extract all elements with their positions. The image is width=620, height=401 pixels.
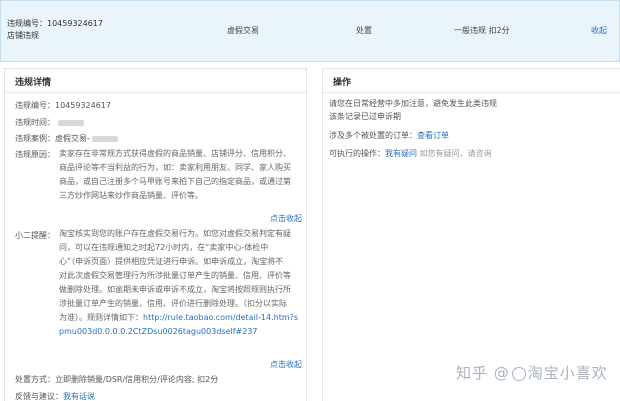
detail-feedback-row: 反馈与建议：我有话说 [15,391,95,401]
warning-line: 请您在日常经营中多加注意，避免发生此类违规 [329,99,497,108]
watermark-text-1: 知乎 @ [456,364,510,382]
ops-exec-row: 可执行的操作：我有疑问 如您有疑问，请咨询 [329,147,492,160]
detail-divider [5,92,306,93]
tip-line-end: 为准）。规则详情如下： [59,313,143,322]
summary-level: 一般违规 扣2分 [454,26,510,35]
detail-time-row: 违规时间： [15,117,84,128]
summary-collapse-link[interactable]: 收起 [591,25,607,36]
tip-collapse-link[interactable]: 点击收起 [270,359,302,370]
redacted-case [92,135,119,142]
operation-panel: 操作 请您在日常经营中多加注意，避免发生此类违规 该条记录已过申诉期 涉及多个被… [322,68,620,401]
reason-line: 三方炒作网站来炒作商品销量、评价等。 [59,191,203,200]
ops-orders-row: 涉及多个被处置的订单：查看订单 [329,129,449,142]
summary-status: 处置 [356,26,372,35]
summary-type: 虚假交易 [227,26,259,35]
redacted-time [57,119,84,126]
detail-case-label: 违规案例： [15,134,55,143]
detail-case-value: 虚假交易- [55,134,90,143]
rule-link-continued[interactable]: pmu003d0.0.0.0.2CtZDsu0026tagu003dself#2… [59,325,298,339]
tip-line: 对此次虚假交易管理行为所涉批量订单产生的销量、信用、评价等 [59,271,291,280]
exec-hint: 如您有疑问，请咨询 [419,149,492,158]
summary-id-block: 违规编号：10459324617 店铺违规 [7,18,103,42]
exec-label: 可执行的操作： [329,149,385,158]
detail-title: 违规详情 [15,78,52,88]
violation-summary-bar: 违规编号：10459324617 店铺违规 虚假交易 处置 一般违规 扣2分 收… [0,0,620,62]
ops-warning: 请您在日常经营中多加注意，避免发生此类违规 该条记录已过申诉期 [329,97,497,123]
reason-collapse-link[interactable]: 点击收起 [270,213,302,224]
tip-line: 做删除处理。如逾期未申诉或申诉不成立，淘宝将按照规则执行所 [59,285,291,294]
tip-line: 淘宝核实到您的账户存在虚假交易行为。如您对虚假交易判定有疑 [59,229,291,238]
detail-tip-text: 淘宝核实到您的账户存在虚假交易行为。如您对虚假交易判定有疑 问，可以在违规通知之… [59,227,298,339]
feedback-label: 反馈与建议： [15,392,63,401]
question-link[interactable]: 我有疑问 [385,149,417,158]
detail-reason-label: 违规原因： [15,150,55,159]
tip-line: 为准）。规则详情如下：http://rule.taobao.com/detail… [59,311,298,325]
tip-line: 涉批量订单产生的销量、信用、评价进行删除处理。（扣分以实际 [59,299,287,308]
tip-line: 问，可以在违规通知之时起72小时内，在“卖家中心-体检中 [59,243,269,252]
reason-line: 商品，或自己注册多个马甲账号来拍下自己的指定商品，或通过第 [59,177,291,186]
zhihu-watermark: 知乎 @ 淘宝小喜欢 [456,362,608,383]
detail-case-row: 违规案例：虚假交易- [15,133,119,144]
view-orders-link[interactable]: 查看订单 [417,131,449,140]
detail-handle-row: 处置方式：立即删除销量/DSR/信用积分/评论内容; 扣2分 [15,375,219,384]
reason-line: 商品评论等不当利益的行为，如：卖家利用朋友、同学、家人购买 [59,163,291,172]
warning-line: 该条记录已过申诉期 [329,112,401,121]
summary-violation-id: 违规编号：10459324617 [7,19,103,28]
watermark-logo-icon [511,366,526,381]
rule-link[interactable]: http://rule.taobao.com/detail-14.htm?s [143,313,298,322]
detail-reason-text: 卖家存在非常规方式获得虚假的商品销量、店铺评分、信用积分、 商品评论等不当利益的… [59,147,291,203]
tip-line: 心”（申诉页面）提供相应凭证进行申诉。如申诉成立，淘宝将不 [59,257,284,266]
reason-line: 卖家存在非常规方式获得虚假的商品销量、店铺评分、信用积分、 [59,149,291,158]
orders-label: 涉及多个被处置的订单： [329,131,417,140]
ops-divider [323,92,620,93]
ops-title: 操作 [333,78,352,88]
watermark-text-2: 淘宝小喜欢 [527,364,608,382]
summary-category: 店铺违规 [7,31,39,40]
feedback-link[interactable]: 我有话说 [63,392,95,401]
detail-time-label: 违规时间： [15,118,55,127]
detail-tip-label: 小二提醒： [15,231,55,240]
detail-id-row: 违规编号：10459324617 [15,101,111,110]
violation-detail-panel: 违规详情 违规编号：10459324617 违规时间： 违规案例：虚假交易- 违… [4,68,307,401]
